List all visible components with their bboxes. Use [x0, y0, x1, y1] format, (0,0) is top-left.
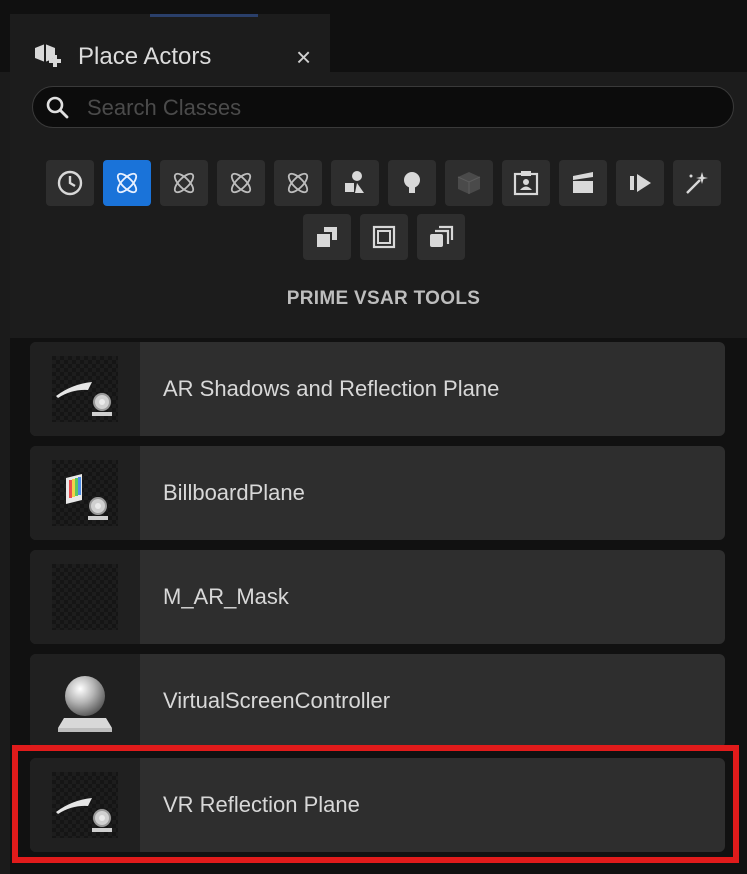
atom-icon [173, 172, 195, 194]
media-play-icon [630, 174, 651, 192]
clapperboard-icon [573, 172, 593, 193]
tab-place-actors[interactable]: Place Actors × [10, 14, 330, 72]
category-prime-vsar-tools[interactable] [103, 160, 151, 206]
atom-icon [116, 172, 138, 194]
category-basic[interactable] [331, 160, 379, 206]
atom-icon [287, 172, 309, 194]
sphere-icon [58, 676, 112, 732]
item-thumbnail [30, 446, 140, 540]
layers-icon [372, 225, 396, 249]
shapes-icon [345, 171, 364, 193]
list-item-ar-shadows[interactable]: AR Shadows and Reflection Plane [30, 342, 725, 436]
close-icon[interactable]: × [296, 42, 311, 72]
category-volumes[interactable] [303, 214, 351, 260]
search-icon [46, 96, 69, 119]
item-label: M_AR_Mask [163, 584, 289, 609]
clock-icon [57, 170, 83, 196]
checker-icon [52, 564, 118, 630]
item-label: BillboardPlane [163, 480, 305, 505]
category-media[interactable] [616, 160, 664, 206]
category-geometry[interactable] [417, 214, 465, 260]
category-4[interactable] [217, 160, 265, 206]
item-thumbnail [30, 342, 140, 436]
list-item-billboardplane[interactable]: BillboardPlane [30, 446, 725, 540]
category-shapes[interactable] [445, 160, 493, 206]
atom-icon [230, 172, 252, 194]
item-thumbnail [30, 654, 140, 748]
item-label: VirtualScreenController [163, 688, 391, 713]
search-bar[interactable] [32, 86, 734, 128]
search-input[interactable] [85, 91, 719, 125]
billboard-icon [66, 474, 108, 520]
section-title: PRIME VSAR TOOLS [286, 288, 481, 309]
tab-title: Place Actors [78, 43, 212, 70]
stacked-cubes-icon [430, 225, 454, 247]
volumes-icon [317, 227, 337, 247]
list-item-virtualscreencontroller[interactable]: VirtualScreenController [30, 654, 725, 748]
category-3[interactable] [160, 160, 208, 206]
highlight-annotation-box [12, 745, 739, 863]
cube-icon [457, 172, 481, 194]
portrait-icon [513, 171, 539, 196]
sparkle-icon [686, 172, 708, 194]
camera-plane-icon [56, 382, 112, 416]
category-5[interactable] [274, 160, 322, 206]
category-cinematic[interactable] [502, 160, 550, 206]
lightbulb-icon [404, 172, 420, 193]
category-effects[interactable] [673, 160, 721, 206]
place-actors-icon [35, 44, 61, 67]
tab-strip: Place Actors × [0, 0, 747, 72]
category-all-classes[interactable] [360, 214, 408, 260]
category-recently-placed[interactable] [46, 160, 94, 206]
list-item-m-ar-mask[interactable]: M_AR_Mask [30, 550, 725, 644]
category-visual-effects[interactable] [559, 160, 607, 206]
item-thumbnail [30, 550, 140, 644]
category-lights[interactable] [388, 160, 436, 206]
tab-accent-line [150, 14, 258, 17]
item-label: AR Shadows and Reflection Plane [163, 376, 500, 401]
